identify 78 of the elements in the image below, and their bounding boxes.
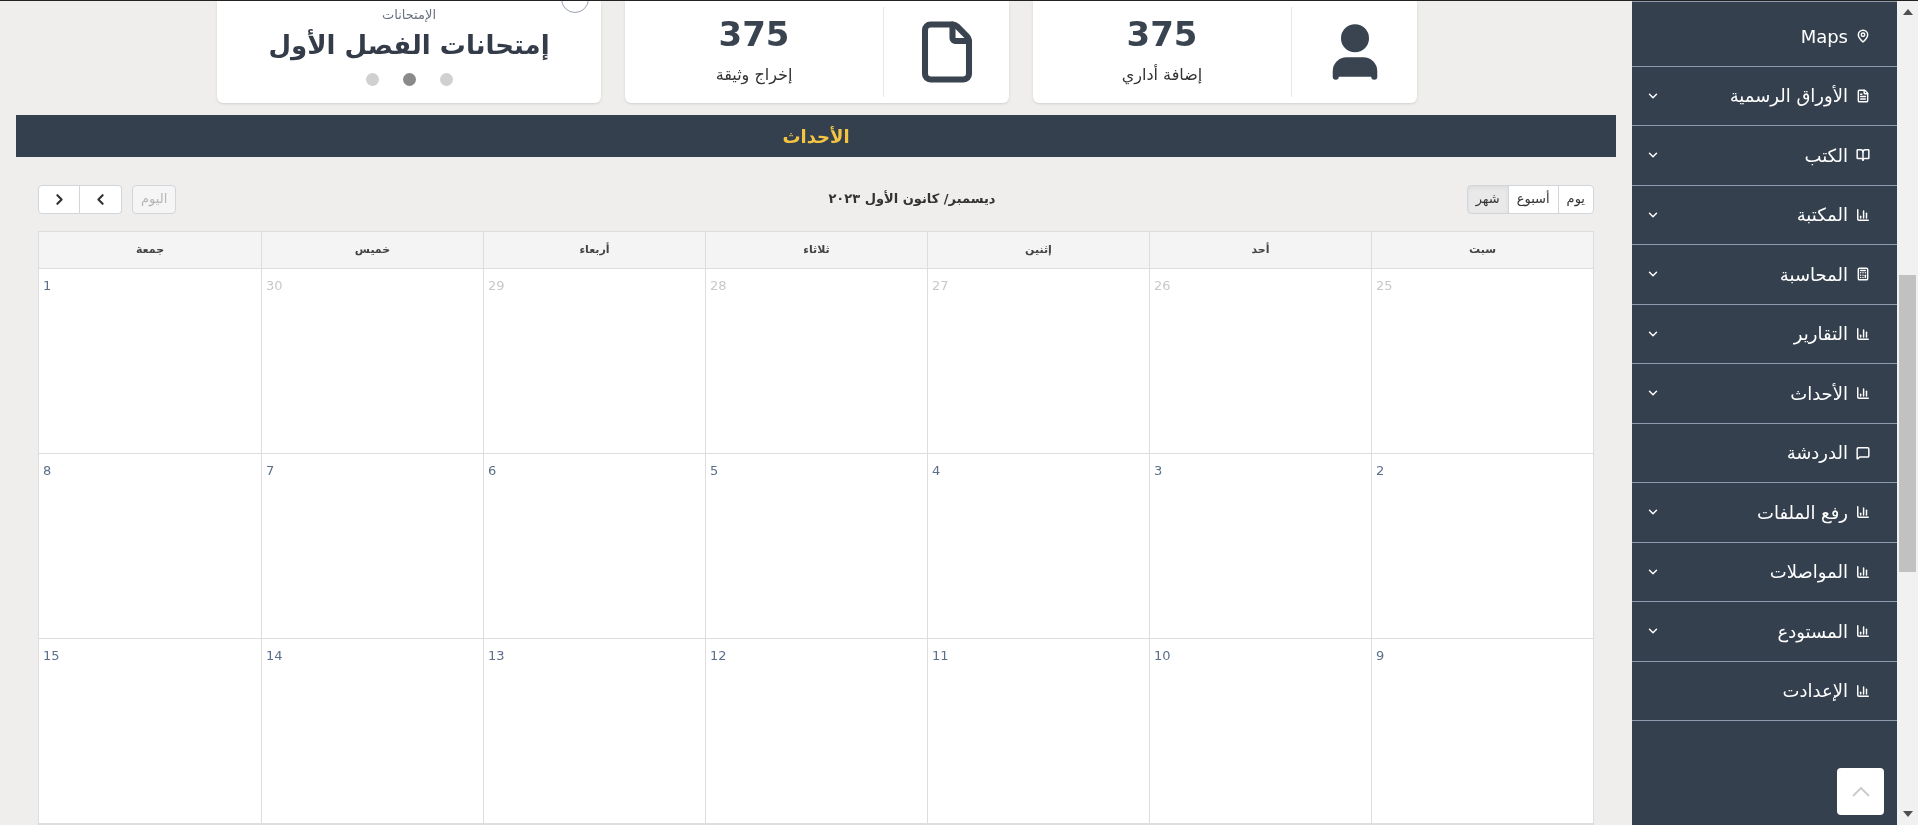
- pin-icon: [1856, 29, 1870, 44]
- previous-button[interactable]: [80, 184, 122, 214]
- book-icon: [1856, 148, 1870, 163]
- day-number: 11: [932, 648, 949, 663]
- weekday-header: إثنين: [927, 232, 1149, 269]
- day-number: 7: [266, 463, 275, 478]
- day-number: 8: [43, 463, 52, 478]
- view-tab[interactable]: يوم: [1557, 184, 1594, 214]
- scroll-down-icon: [1902, 811, 1913, 817]
- calculator-icon: [1856, 267, 1870, 282]
- day-cell[interactable]: 15: [39, 639, 261, 824]
- bar-chart-icon: [1856, 386, 1870, 401]
- day-cell[interactable]: 2: [1371, 454, 1593, 639]
- view-tab[interactable]: شهر: [1466, 184, 1509, 214]
- view-tab[interactable]: أسبوع: [1507, 184, 1559, 214]
- day-cell[interactable]: 14: [261, 639, 483, 824]
- bar-chart-icon: [1856, 683, 1870, 698]
- day-cell[interactable]: 6: [483, 454, 705, 639]
- weekday-header: جمعة: [39, 232, 261, 269]
- sidebar-label: الأحداث: [1790, 381, 1848, 406]
- stat-value: 375: [718, 17, 790, 51]
- card-title: إمتحانات الفصل الأول: [268, 28, 550, 61]
- day-number: 3: [1154, 463, 1163, 478]
- day-number: 9: [1376, 648, 1385, 663]
- weekday-header: ثلاثاء: [705, 232, 927, 269]
- sidebar-label: المكتبة: [1796, 203, 1848, 228]
- weekday-header: أربعاء: [483, 232, 705, 269]
- weekday-header: سبت: [1371, 232, 1593, 269]
- sidebar-label: المواصلات: [1769, 560, 1848, 585]
- sidebar-label: المحاسبة: [1779, 262, 1848, 287]
- day-number: 14: [266, 648, 283, 663]
- day-cell[interactable]: 8: [39, 454, 261, 639]
- banner-title: الأحداث: [782, 124, 850, 149]
- day-cell[interactable]: 1: [39, 269, 261, 454]
- weekday-header: خميس: [261, 232, 483, 269]
- day-cell[interactable]: 11: [927, 639, 1149, 824]
- sidebar-label: الإعدادت: [1782, 679, 1848, 704]
- day-cell[interactable]: 12: [705, 639, 927, 824]
- calendar-title: ديسمبر/ كانون الأول ٢٠٢٣: [828, 189, 996, 209]
- back-to-top-button[interactable]: [1837, 768, 1884, 815]
- sidebar-label: الكتب: [1804, 143, 1848, 168]
- day-cell[interactable]: 4: [927, 454, 1149, 639]
- day-cell[interactable]: 5: [705, 454, 927, 639]
- sidebar-label: Maps: [1800, 24, 1848, 49]
- day-number: 10: [1154, 648, 1171, 663]
- document-icon: [1856, 88, 1870, 103]
- day-cell[interactable]: 10: [1149, 639, 1371, 824]
- sidebar-label: رفع الملفات: [1757, 500, 1848, 526]
- day-number: 12: [710, 648, 727, 663]
- day-cell[interactable]: 13: [483, 639, 705, 824]
- bar-chart-icon: [1856, 207, 1870, 222]
- day-number: 2: [1376, 463, 1385, 478]
- weekday-header: أحد: [1149, 232, 1371, 269]
- day-number: 1: [43, 278, 52, 293]
- stat-value: 375: [1126, 17, 1198, 51]
- chat-icon: [1856, 445, 1870, 460]
- bar-chart-icon: [1856, 624, 1870, 639]
- day-cell[interactable]: 9: [1371, 639, 1593, 824]
- stat-label: إضافة أداري: [1121, 63, 1203, 87]
- day-number: 13: [488, 648, 505, 663]
- sidebar-label: التقارير: [1793, 322, 1848, 347]
- bar-chart-icon: [1856, 505, 1870, 520]
- card-caption: الإمتحانات: [381, 6, 437, 24]
- bar-chart-icon: [1856, 564, 1870, 579]
- day-cell[interactable]: 7: [261, 454, 483, 639]
- day-number: 4: [932, 463, 941, 478]
- bar-chart-icon: [1856, 326, 1870, 341]
- sidebar-label: الدردشة: [1786, 441, 1848, 466]
- day-number: 6: [488, 463, 497, 478]
- stat-label: إخراج وثيقة: [715, 64, 793, 87]
- next-button[interactable]: [38, 184, 80, 214]
- sidebar-label: الأوراق الرسمية: [1729, 84, 1848, 109]
- scroll-up-icon: [1902, 9, 1913, 15]
- day-number: 15: [43, 648, 60, 663]
- chevron-up-icon: [1851, 786, 1870, 797]
- day-number: 5: [710, 463, 719, 478]
- sidebar-label: المستودع: [1777, 619, 1848, 645]
- day-cell[interactable]: 3: [1149, 454, 1371, 639]
